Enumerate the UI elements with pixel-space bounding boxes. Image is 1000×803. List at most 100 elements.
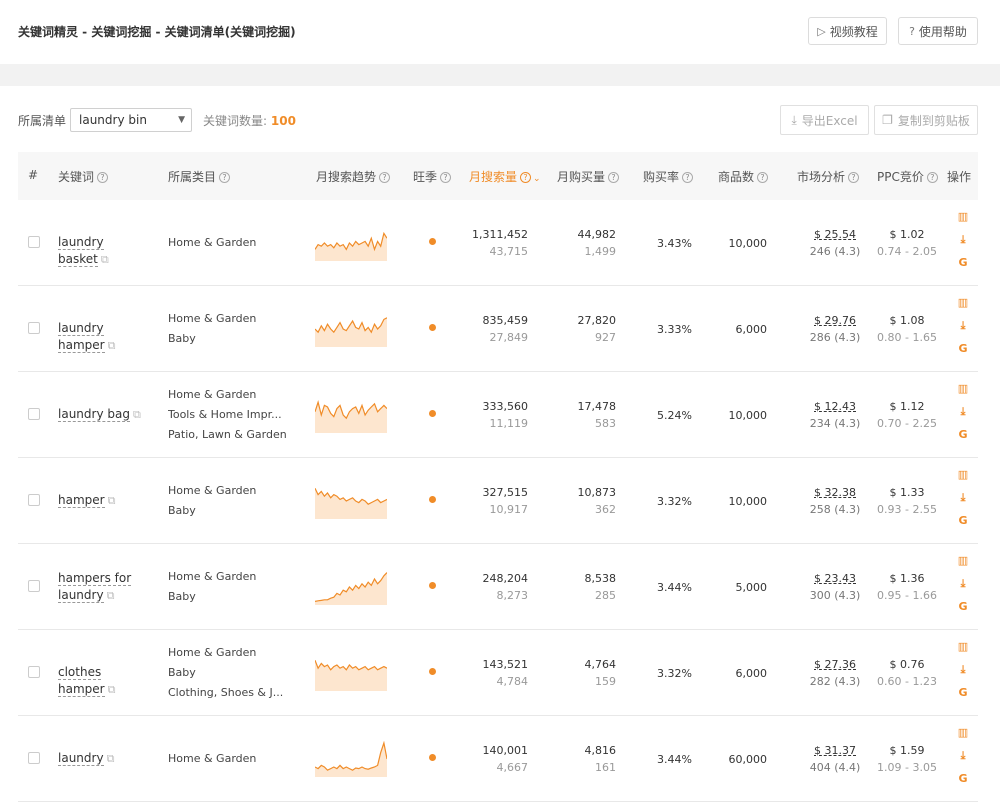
col-products[interactable]: 商品数? <box>718 168 769 185</box>
bar-chart-icon[interactable]: ▥ <box>956 468 970 491</box>
category-item: Baby <box>168 332 196 345</box>
col-conversion[interactable]: 购买率? <box>643 168 694 185</box>
sort-desc-icon[interactable]: ⌄ <box>533 174 541 184</box>
col-monthly-search[interactable]: 月搜索量? ⌄ <box>469 168 541 185</box>
trend-sparkline[interactable] <box>315 225 387 261</box>
trend-sparkline[interactable] <box>315 397 387 433</box>
row-checkbox[interactable] <box>28 322 40 334</box>
col-keyword[interactable]: 关键词? <box>58 168 109 185</box>
question-icon[interactable]: ? <box>219 172 231 183</box>
row-checkbox[interactable] <box>28 666 40 678</box>
help-label: 使用帮助 <box>918 24 967 39</box>
download-icon[interactable]: ⤓ <box>956 749 970 772</box>
market-cell[interactable]: $ 31.37 404 (4.4) <box>802 742 868 776</box>
question-icon[interactable]: ? <box>608 172 620 183</box>
row-checkbox[interactable] <box>28 236 40 248</box>
row-checkbox[interactable] <box>28 408 40 420</box>
external-link-icon[interactable]: ⧉ <box>107 752 115 765</box>
trend-sparkline[interactable] <box>315 741 387 777</box>
copy-clipboard-button[interactable]: ❐ 复制到剪贴板 <box>874 105 978 135</box>
market-cell[interactable]: $ 29.76 286 (4.3) <box>802 312 868 346</box>
bar-chart-icon[interactable]: ▥ <box>956 554 970 577</box>
download-icon[interactable]: ⤓ <box>956 663 970 686</box>
keyword-link[interactable]: laundry <box>58 751 104 766</box>
market-price[interactable]: $ 29.76 <box>814 314 856 327</box>
col-market[interactable]: 市场分析? <box>797 168 860 185</box>
bar-chart-icon[interactable]: ▥ <box>956 210 970 233</box>
question-icon[interactable]: ? <box>440 172 452 183</box>
monthly-search-cell: 143,521 4,784 <box>468 656 529 690</box>
trend-sparkline[interactable] <box>315 569 387 605</box>
google-icon[interactable]: G <box>956 772 970 795</box>
market-price[interactable]: $ 25.54 <box>814 228 856 241</box>
keyword-link[interactable]: laundry hamper <box>58 321 105 353</box>
google-icon[interactable]: G <box>956 342 970 365</box>
external-link-icon[interactable]: ⧉ <box>107 589 115 602</box>
download-icon[interactable]: ⤓ <box>956 233 970 256</box>
question-icon[interactable]: ? <box>379 172 391 183</box>
help-button[interactable]: ? 使用帮助 <box>898 17 978 45</box>
external-link-icon[interactable]: ⧉ <box>101 253 109 266</box>
external-link-icon[interactable]: ⧉ <box>108 683 116 696</box>
col-trend[interactable]: 月搜索趋势? <box>316 168 391 185</box>
keyword-link[interactable]: hamper <box>58 493 105 508</box>
market-price[interactable]: $ 23.43 <box>814 572 856 585</box>
download-icon[interactable]: ⤓ <box>956 319 970 342</box>
trend-sparkline[interactable] <box>315 483 387 519</box>
keyword-link[interactable]: laundry basket <box>58 235 104 267</box>
trend-sparkline[interactable] <box>315 311 387 347</box>
monthly-purchase-value: 4,764 <box>584 658 617 671</box>
row-checkbox[interactable] <box>28 494 40 506</box>
list-select[interactable]: laundry bin ▼ <box>70 108 192 132</box>
google-icon[interactable]: G <box>956 600 970 623</box>
col-index: # <box>28 168 39 182</box>
bar-chart-icon[interactable]: ▥ <box>956 640 970 663</box>
export-excel-button[interactable]: ⤓ 导出Excel <box>780 105 869 135</box>
market-price[interactable]: $ 12.43 <box>814 400 856 413</box>
external-link-icon[interactable]: ⧉ <box>108 494 116 507</box>
col-ppc[interactable]: PPC竞价? <box>877 168 938 185</box>
market-reviews: 258 (4.3) <box>809 503 861 516</box>
ppc-cell: $ 1.08 0.80 - 1.65 <box>874 312 940 346</box>
external-link-icon[interactable]: ⧉ <box>108 339 116 352</box>
google-icon[interactable]: G <box>956 256 970 279</box>
market-cell[interactable]: $ 12.43 234 (4.3) <box>802 398 868 432</box>
category-item: Home & Garden <box>168 236 257 249</box>
row-checkbox[interactable] <box>28 580 40 592</box>
market-price[interactable]: $ 31.37 <box>814 744 856 757</box>
question-icon[interactable]: ? <box>848 172 860 183</box>
keyword-link[interactable]: hampers for laundry <box>58 571 132 603</box>
bar-chart-icon[interactable]: ▥ <box>956 296 970 319</box>
market-price[interactable]: $ 27.36 <box>814 658 856 671</box>
market-cell[interactable]: $ 27.36 282 (4.3) <box>802 656 868 690</box>
bar-chart-icon[interactable]: ▥ <box>956 726 970 749</box>
download-icon[interactable]: ⤓ <box>956 577 970 600</box>
external-link-icon[interactable]: ⧉ <box>133 408 141 421</box>
download-icon[interactable]: ⤓ <box>956 405 970 428</box>
question-icon[interactable]: ? <box>757 172 769 183</box>
video-tutorial-button[interactable]: ▷ 视频教程 <box>808 17 887 45</box>
col-monthly-purchase[interactable]: 月购买量? <box>557 168 620 185</box>
google-icon[interactable]: G <box>956 514 970 537</box>
question-icon[interactable]: ? <box>926 172 938 183</box>
market-cell[interactable]: $ 32.38 258 (4.3) <box>802 484 868 518</box>
google-icon[interactable]: G <box>956 428 970 451</box>
bar-chart-icon[interactable]: ▥ <box>956 382 970 405</box>
question-icon[interactable]: ? <box>97 172 109 183</box>
ppc-value: $ 0.76 <box>889 658 925 671</box>
category-item: Tools & Home Impr... <box>168 408 282 421</box>
row-checkbox[interactable] <box>28 752 40 764</box>
keyword-link[interactable]: clothes hamper <box>58 665 105 697</box>
download-icon[interactable]: ⤓ <box>956 491 970 514</box>
market-cell[interactable]: $ 23.43 300 (4.3) <box>802 570 868 604</box>
question-icon[interactable]: ? <box>682 172 694 183</box>
trend-sparkline[interactable] <box>315 655 387 691</box>
keyword-link[interactable]: laundry bag <box>58 407 130 422</box>
market-price[interactable]: $ 32.38 <box>814 486 856 499</box>
col-season[interactable]: 旺季? <box>413 168 452 185</box>
col-category[interactable]: 所属类目? <box>168 168 231 185</box>
monthly-purchase-cell: 10,873 362 <box>556 484 617 518</box>
market-cell[interactable]: $ 25.54 246 (4.3) <box>802 226 868 260</box>
google-icon[interactable]: G <box>956 686 970 709</box>
question-icon[interactable]: ? <box>520 172 532 183</box>
